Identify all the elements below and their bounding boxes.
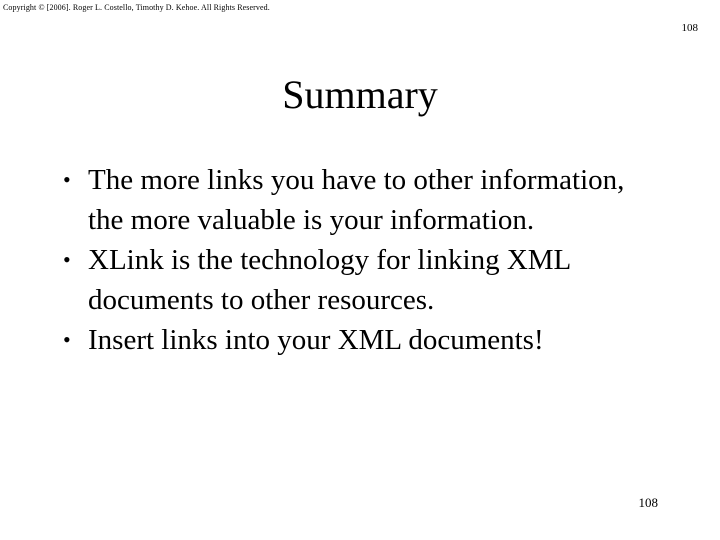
list-item-label: XLink is the technology for linking XML … bbox=[88, 244, 571, 316]
page-number-top: 108 bbox=[681, 22, 699, 34]
page-title: Summary bbox=[282, 72, 438, 117]
page-number-bottom: 108 bbox=[638, 495, 659, 510]
bullet-icon: • bbox=[63, 327, 71, 352]
list-item-label: The more links you have to other informa… bbox=[88, 164, 625, 236]
bullet-icon: • bbox=[63, 247, 71, 272]
list-item: • Insert links into your XML documents! bbox=[58, 320, 658, 360]
copyright-notice: Copyright © [2006]. Roger L. Costello, T… bbox=[3, 3, 270, 12]
list-item: • The more links you have to other infor… bbox=[58, 160, 658, 240]
list-item: • XLink is the technology for linking XM… bbox=[58, 240, 658, 320]
presentation-slide: Copyright © [2006]. Roger L. Costello, T… bbox=[0, 0, 720, 540]
list-item-label: Insert links into your XML documents! bbox=[88, 324, 544, 356]
bullet-list: • The more links you have to other infor… bbox=[58, 160, 658, 360]
bullet-icon: • bbox=[63, 167, 71, 192]
